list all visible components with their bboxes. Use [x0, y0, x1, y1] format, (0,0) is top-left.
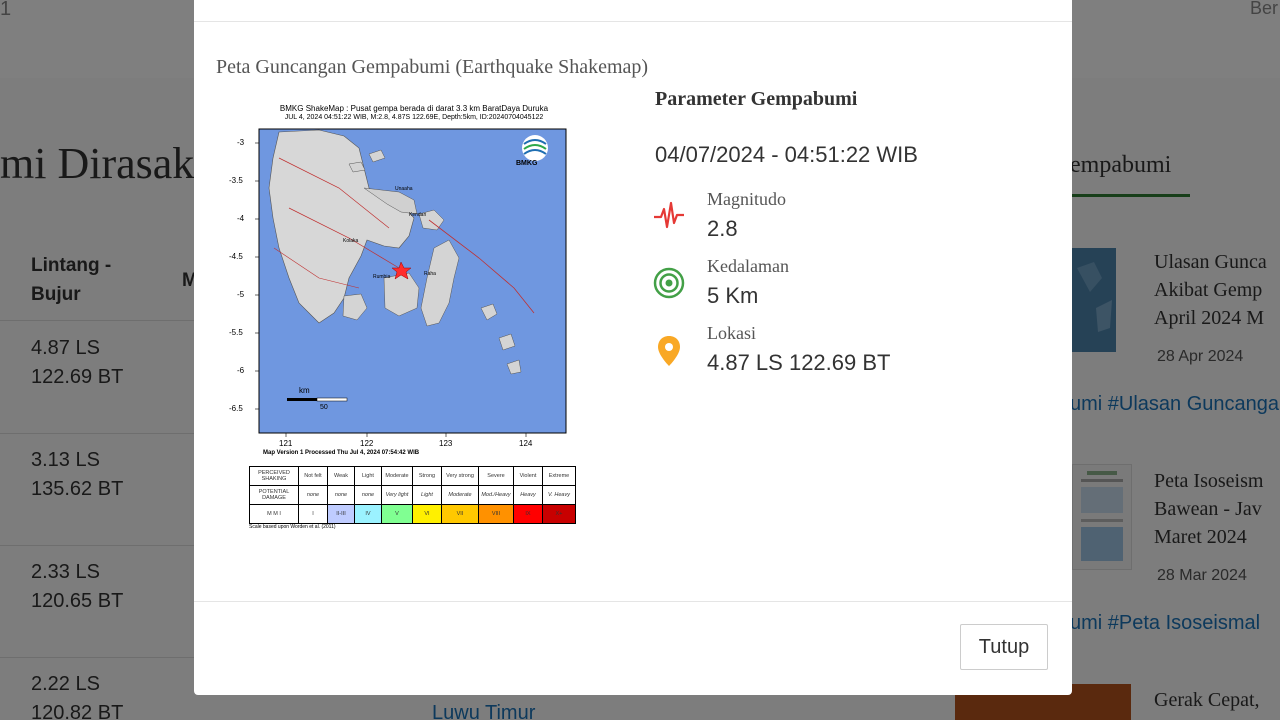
mmi-shaking-cell: Severe	[478, 466, 514, 486]
map-version-text: Map Version 1 Processed Thu Jul 4, 2024 …	[263, 450, 420, 456]
mmi-intensity-cell: X+	[542, 504, 576, 524]
x-tick-label: 122	[360, 439, 374, 448]
mmi-intensity-cell: VIII	[478, 504, 514, 524]
shakemap-title: BMKG ShakeMap : Pusat gempa berada di da…	[279, 104, 549, 113]
mmi-damage-cell: Light	[412, 485, 442, 505]
x-tick-label: 123	[439, 439, 453, 448]
mmi-damage-cell: V. Heavy	[542, 485, 576, 505]
magnitude-label: Magnitudo	[707, 189, 786, 209]
mmi-row-label: M M I	[249, 504, 299, 524]
x-tick-label: 124	[519, 439, 533, 448]
mmi-shaking-cell: Very strong	[441, 466, 479, 486]
mmi-intensity-cell: VII	[441, 504, 479, 524]
location-label: Lokasi	[707, 323, 756, 343]
mmi-intensity-cell: II-III	[327, 504, 355, 524]
y-tick-label: -6.5	[229, 404, 243, 413]
y-tick-label: -6	[237, 366, 245, 375]
mmi-shaking-cell: Moderate	[381, 466, 413, 486]
y-tick-label: -3	[237, 138, 245, 147]
depth-value: 5 Km	[707, 283, 759, 308]
mmi-shaking-cell: Extreme	[542, 466, 576, 486]
scale-footnote: Scale based upon Worden et al. (2011)	[249, 524, 336, 530]
mmi-damage-cell: Moderate	[441, 485, 479, 505]
place-label: Kendari	[409, 212, 427, 218]
mmi-shaking-cell: Weak	[327, 466, 355, 486]
magnitude-value: 2.8	[707, 216, 738, 241]
depth-rings-icon	[653, 267, 685, 299]
y-tick-label: -5.5	[229, 328, 243, 337]
depth-label: Kedalaman	[707, 256, 789, 276]
mmi-damage-cell: Mod./Heavy	[478, 485, 514, 505]
shakemap-map	[255, 128, 567, 437]
logo-text: BMKG	[516, 160, 538, 167]
mmi-damage-cell: none	[327, 485, 355, 505]
mmi-intensity-cell: IV	[354, 504, 382, 524]
seismograph-icon	[654, 201, 684, 229]
mmi-damage-cell: Very light	[381, 485, 413, 505]
mmi-shaking-cell: Light	[354, 466, 382, 486]
close-button[interactable]: Tutup	[960, 624, 1048, 670]
shakemap-modal: Peta Guncangan Gempabumi (Earthquake Sha…	[194, 0, 1072, 695]
mmi-legend-table: PERCEIVED SHAKING Not felt Weak Light Mo…	[249, 466, 576, 524]
place-label: Unaaha	[395, 186, 413, 192]
mmi-damage-cell: none	[298, 485, 328, 505]
scale-bar	[287, 397, 348, 402]
location-pin-icon	[658, 336, 680, 366]
event-datetime: 04/07/2024 - 04:51:22 WIB	[655, 142, 918, 167]
scale-value: 50	[320, 404, 328, 411]
bmkg-logo-icon	[522, 135, 548, 161]
mmi-damage-cell: none	[354, 485, 382, 505]
parameter-heading: Parameter Gempabumi	[655, 88, 858, 110]
mmi-shaking-cell: Strong	[412, 466, 442, 486]
place-label: Rumbia	[373, 274, 391, 280]
modal-header-divider	[194, 21, 1072, 22]
mmi-row-label: PERCEIVED SHAKING	[249, 466, 299, 486]
mmi-row-label: POTENTIAL DAMAGE	[249, 485, 299, 505]
shakemap-image: BMKG ShakeMap : Pusat gempa berada di da…	[229, 104, 579, 538]
mmi-damage-cell: Heavy	[513, 485, 543, 505]
mmi-shaking-cell: Not felt	[298, 466, 328, 486]
mmi-intensity-cell: V	[381, 504, 413, 524]
mmi-intensity-cell: IX	[513, 504, 543, 524]
y-tick-label: -3.5	[229, 176, 243, 185]
place-label: Raha	[424, 271, 436, 277]
place-label: Kolaka	[343, 238, 359, 244]
x-tick-label: 121	[279, 439, 293, 448]
location-value: 4.87 LS 122.69 BT	[707, 350, 891, 375]
y-tick-label: -5	[237, 290, 245, 299]
mmi-intensity-cell: I	[298, 504, 328, 524]
y-tick-label: -4	[237, 214, 245, 223]
modal-footer-divider	[194, 601, 1072, 602]
scale-label: km	[299, 386, 310, 395]
mmi-shaking-cell: Violent	[513, 466, 543, 486]
shakemap-subtitle: JUL 4, 2024 04:51:22 WIB, M:2.8, 4.87S 1…	[284, 114, 544, 121]
modal-title: Peta Guncangan Gempabumi (Earthquake Sha…	[216, 56, 649, 78]
mmi-intensity-cell: VI	[412, 504, 442, 524]
y-tick-label: -4.5	[229, 252, 243, 261]
